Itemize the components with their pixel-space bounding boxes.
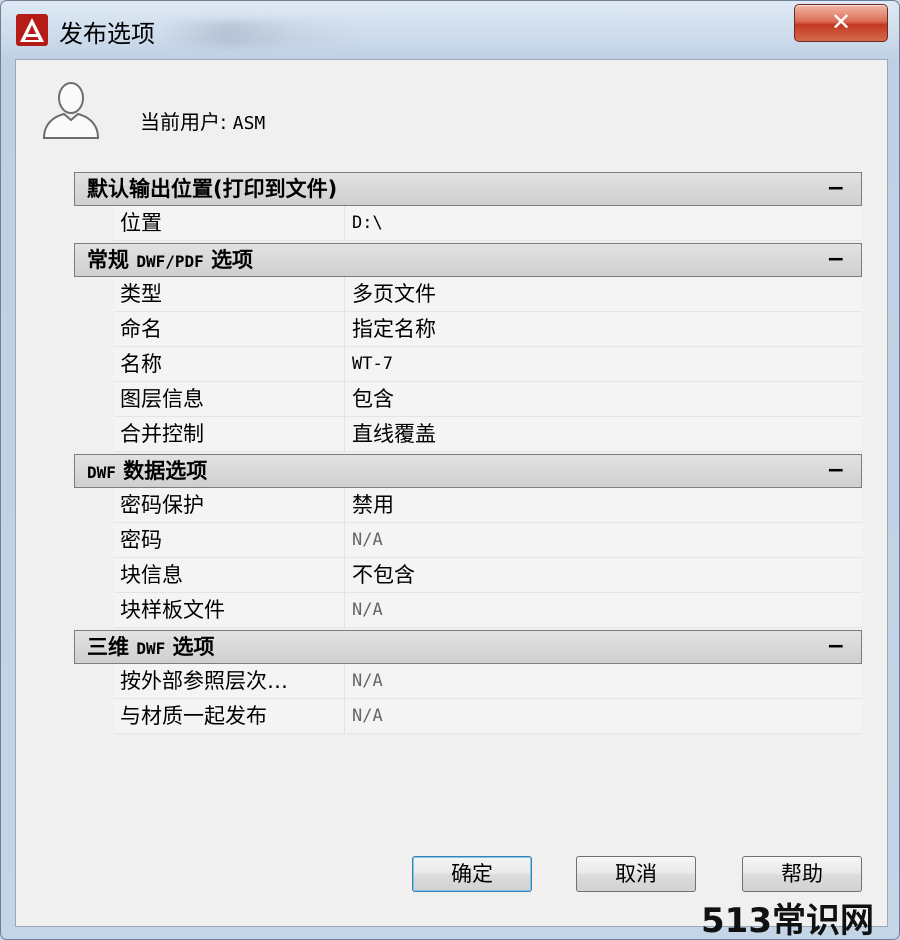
property-value: N/A: [352, 530, 383, 550]
section-title-prefix: 三维: [87, 635, 129, 659]
property-grid: 默认输出位置(打印到文件) − 位置 D:\ 常规 DWF/PDF 选项 − 类…: [74, 172, 862, 734]
property-name: 块信息: [120, 563, 183, 587]
property-name: 块样板文件: [120, 598, 225, 622]
column-divider: [344, 664, 345, 699]
current-user-label: 当前用户:: [140, 110, 227, 134]
column-divider: [344, 417, 345, 452]
property-name: 按外部参照层次…: [120, 669, 288, 693]
autocad-logo-icon: [16, 14, 48, 46]
help-button[interactable]: 帮助: [742, 856, 862, 892]
collapse-icon[interactable]: −: [827, 173, 845, 205]
cancel-button[interactable]: 取消: [576, 856, 696, 892]
column-divider: [344, 347, 345, 382]
property-row-xref-hierarchy[interactable]: 按外部参照层次… N/A: [114, 664, 862, 699]
property-row-naming[interactable]: 命名 指定名称: [114, 312, 862, 347]
title-bar[interactable]: 发布选项 ✕: [1, 1, 899, 59]
dialog-body: 当前用户: ASM 默认输出位置(打印到文件) − 位置 D:\ 常规 DWF/P…: [15, 59, 888, 927]
property-value[interactable]: 指定名称: [352, 312, 436, 347]
section-title-suffix: 选项: [211, 248, 254, 272]
collapse-icon[interactable]: −: [827, 244, 845, 276]
section-default-output[interactable]: 默认输出位置(打印到文件) −: [74, 172, 862, 206]
column-divider: [344, 488, 345, 523]
property-row-location[interactable]: 位置 D:\: [114, 206, 862, 241]
collapse-icon[interactable]: −: [827, 631, 845, 663]
property-row-type[interactable]: 类型 多页文件: [114, 277, 862, 312]
property-value[interactable]: WT-7: [352, 347, 393, 382]
current-user-value: ASM: [232, 113, 266, 134]
section-title-suffix: 选项: [172, 635, 215, 659]
property-value[interactable]: 禁用: [352, 488, 394, 523]
section-title: 默认输出位置(打印到文件): [87, 177, 338, 201]
property-name: 图层信息: [120, 387, 204, 411]
section-rows: 类型 多页文件 命名 指定名称 名称 WT-7 图层信息 包含 合并控制 直线覆…: [114, 277, 862, 452]
column-divider: [344, 558, 345, 593]
section-rows: 位置 D:\: [114, 206, 862, 241]
property-row-block-info[interactable]: 块信息 不包含: [114, 558, 862, 593]
property-name: 与材质一起发布: [120, 704, 267, 728]
property-value: N/A: [352, 600, 383, 620]
section-rows: 按外部参照层次… N/A 与材质一起发布 N/A: [114, 664, 862, 734]
column-divider: [344, 312, 345, 347]
property-name: 类型: [120, 282, 162, 306]
property-value[interactable]: 多页文件: [352, 277, 436, 312]
close-button[interactable]: ✕: [794, 4, 888, 42]
column-divider: [344, 699, 345, 734]
property-row-layer-info[interactable]: 图层信息 包含: [114, 382, 862, 417]
section-title-suffix: 数据选项: [123, 459, 208, 483]
column-divider: [344, 382, 345, 417]
window-title: 发布选项: [59, 20, 155, 48]
property-row-merge-control[interactable]: 合并控制 直线覆盖: [114, 417, 862, 452]
column-divider: [344, 206, 345, 241]
section-dwf-data[interactable]: DWF 数据选项 −: [74, 454, 862, 488]
property-value: N/A: [352, 706, 383, 726]
section-title-mono: DWF: [136, 639, 166, 658]
property-row-password-protection[interactable]: 密码保护 禁用: [114, 488, 862, 523]
ok-button[interactable]: 确定: [412, 856, 532, 892]
column-divider: [344, 277, 345, 312]
property-name: 位置: [120, 211, 162, 235]
section-title-mono: DWF/PDF: [136, 252, 204, 271]
property-value[interactable]: 直线覆盖: [352, 417, 436, 452]
property-value: N/A: [352, 671, 383, 691]
property-value[interactable]: D:\: [352, 206, 383, 241]
property-name: 密码: [120, 528, 162, 552]
watermark: 513常识网: [701, 901, 874, 940]
property-name: 密码保护: [120, 493, 204, 517]
property-value[interactable]: 不包含: [352, 558, 415, 593]
property-name: 名称: [120, 352, 162, 376]
section-3d-dwf[interactable]: 三维 DWF 选项 −: [74, 630, 862, 664]
column-divider: [344, 523, 345, 558]
property-row-block-template[interactable]: 块样板文件 N/A: [114, 593, 862, 628]
close-icon: ✕: [830, 8, 852, 36]
current-user: 当前用户: ASM: [140, 106, 265, 135]
property-name: 命名: [120, 317, 162, 341]
user-silhouette-icon: [42, 82, 100, 139]
publish-options-dialog: 发布选项 ✕ 当前用户:ASM 默认输出位置(打印到文件) − 位置 D:\: [0, 0, 900, 940]
property-row-password[interactable]: 密码 N/A: [114, 523, 862, 558]
collapse-icon[interactable]: −: [827, 455, 845, 487]
section-rows: 密码保护 禁用 密码 N/A 块信息 不包含 块样板文件 N/A: [114, 488, 862, 628]
title-blur: [161, 21, 361, 47]
section-title-prefix: 常规: [87, 248, 129, 272]
property-value[interactable]: 包含: [352, 382, 394, 417]
property-name: 合并控制: [120, 422, 204, 446]
section-general-dwf-pdf[interactable]: 常规 DWF/PDF 选项 −: [74, 243, 862, 277]
column-divider: [344, 593, 345, 628]
property-row-name[interactable]: 名称 WT-7: [114, 347, 862, 382]
section-title-mono: DWF: [87, 463, 116, 482]
property-row-publish-with-materials[interactable]: 与材质一起发布 N/A: [114, 699, 862, 734]
